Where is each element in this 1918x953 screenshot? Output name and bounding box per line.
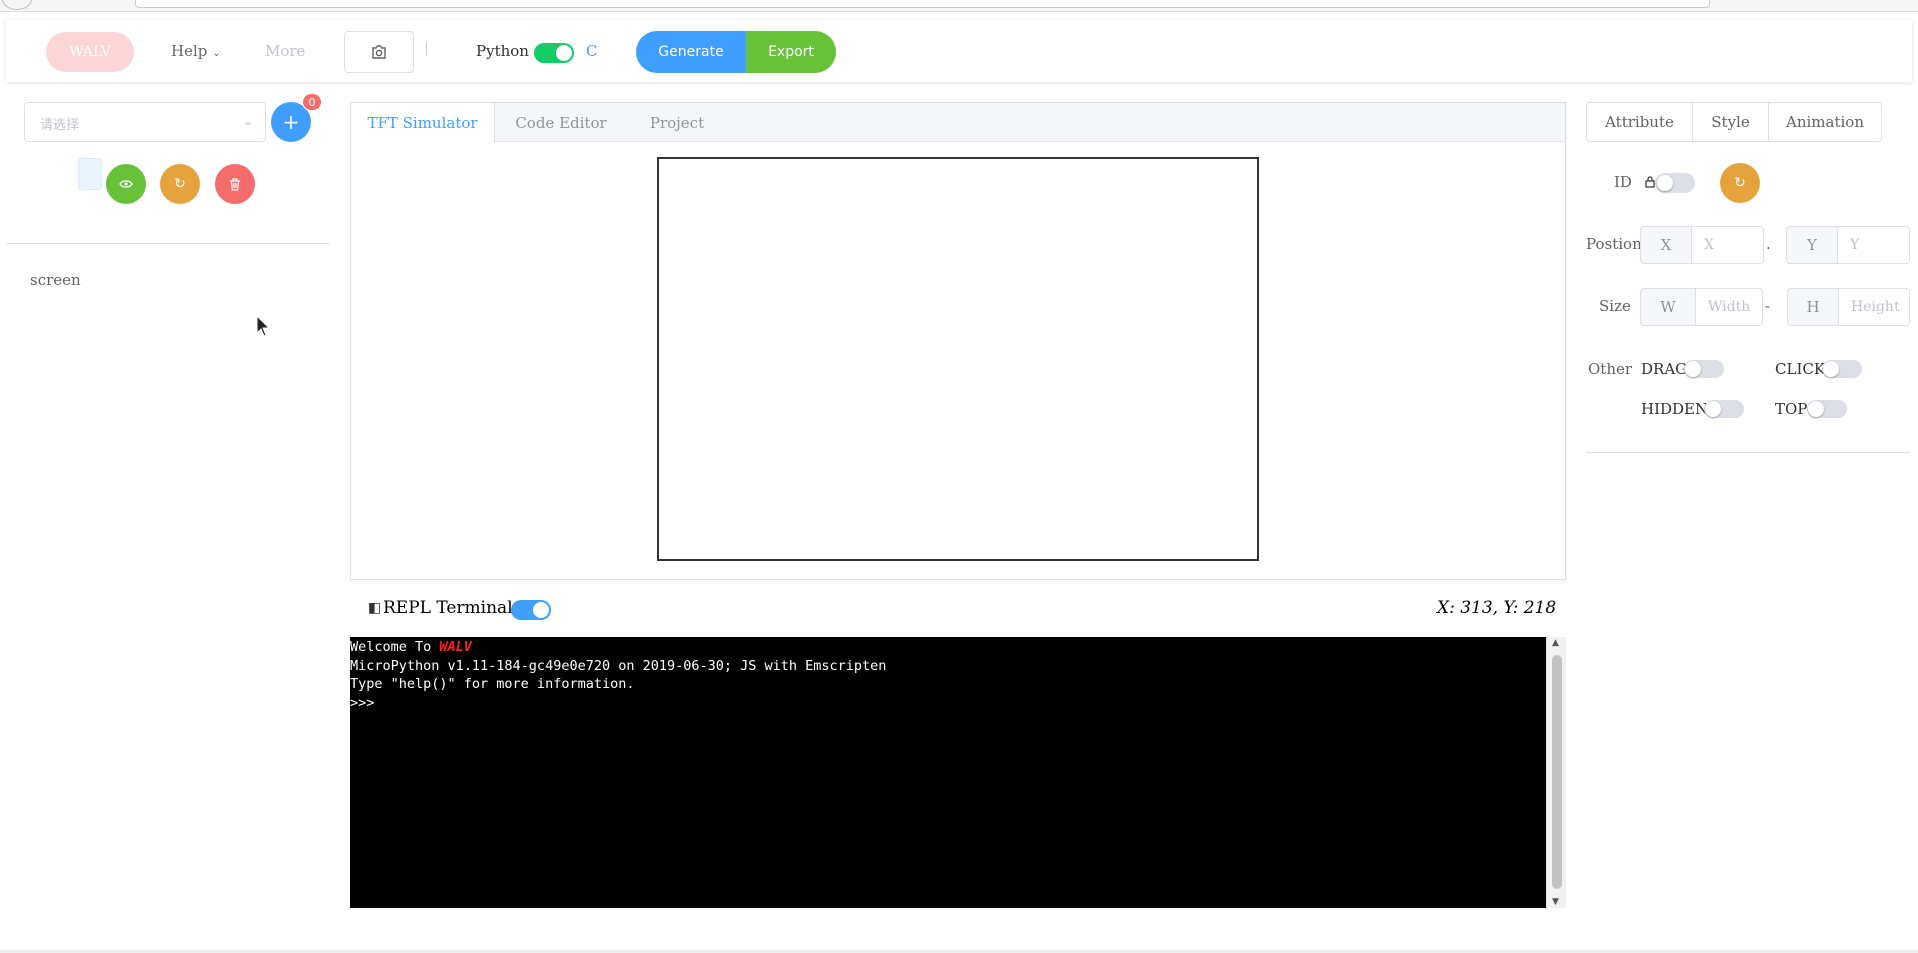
- toggle-knob: [1685, 361, 1701, 377]
- tab-attribute[interactable]: Attribute: [1587, 103, 1693, 141]
- terminal-scrollbar[interactable]: ▲ ▼: [1546, 637, 1566, 908]
- tab-code-editor[interactable]: Code Editor: [501, 103, 621, 143]
- separator: .: [1766, 235, 1771, 253]
- x-prefix: X: [1640, 226, 1692, 264]
- hidden-label: HIDDEN: [1641, 400, 1709, 418]
- generate-button[interactable]: Generate: [636, 31, 746, 73]
- hidden-toggle[interactable]: [1704, 400, 1744, 418]
- help-menu-label: Help: [171, 42, 208, 60]
- walv-brand-button[interactable]: WALV: [46, 32, 134, 72]
- help-menu[interactable]: Help ⌄: [171, 42, 221, 60]
- widget-select-placeholder: 请选择: [40, 118, 80, 133]
- color-swatch[interactable]: [78, 158, 102, 190]
- repl-toggle[interactable]: [511, 600, 551, 620]
- chevron-down-icon: ⌄: [212, 48, 221, 59]
- tab-bar: TFT Simulator Code Editor Project: [351, 103, 1565, 143]
- click-toggle[interactable]: [1822, 360, 1862, 378]
- browser-chrome: [0, 0, 1918, 12]
- toggle-knob: [1705, 401, 1721, 417]
- lock-icon: [1645, 176, 1655, 188]
- refresh-icon: ↻: [1734, 175, 1746, 191]
- main-tabs: TFT Simulator Code Editor Project: [350, 102, 1566, 580]
- position-x-input[interactable]: X: [1692, 226, 1764, 264]
- scrollbar-thumb[interactable]: [1552, 655, 1562, 889]
- screenshot-button[interactable]: [344, 31, 414, 73]
- delete-button[interactable]: [215, 164, 255, 204]
- drag-toggle[interactable]: [1684, 360, 1724, 378]
- id-refresh-button[interactable]: ↻: [1720, 163, 1760, 203]
- export-button[interactable]: Export: [746, 31, 836, 73]
- c-label: C: [586, 42, 598, 60]
- eye-icon: [119, 180, 133, 188]
- camera-icon: [372, 45, 386, 59]
- more-menu[interactable]: More: [265, 42, 305, 60]
- toggle-knob: [1657, 175, 1673, 191]
- repl-terminal-label: REPL Terminal: [383, 598, 513, 618]
- terminal-line: Type "help()" for more information.: [350, 676, 635, 692]
- refresh-button[interactable]: ↻: [160, 164, 200, 204]
- terminal-prompt: >>>: [350, 694, 375, 711]
- top-toolbar: WALV Help ⌄ More Python C Generate Export: [6, 20, 1912, 82]
- mouse-cursor-icon: [256, 315, 270, 337]
- property-tabs: Attribute Style Animation: [1586, 102, 1882, 142]
- repl-terminal[interactable]: Welcome To WALV MicroPython v1.11-184-gc…: [350, 637, 1546, 908]
- w-prefix: W: [1640, 288, 1696, 326]
- separator: -: [1765, 297, 1771, 315]
- toggle-knob: [556, 45, 572, 61]
- right-panel-divider: [1586, 452, 1910, 453]
- tab-style[interactable]: Style: [1693, 103, 1769, 141]
- drag-label: DRAG: [1641, 360, 1688, 378]
- position-y-input[interactable]: Y: [1838, 226, 1910, 264]
- view-button[interactable]: [106, 164, 146, 204]
- terminal-icon: ◧: [368, 600, 382, 616]
- height-input[interactable]: Height: [1839, 288, 1910, 326]
- click-label: CLICK: [1775, 360, 1826, 378]
- welcome-brand: WALV: [439, 639, 472, 655]
- y-prefix: Y: [1786, 226, 1838, 264]
- scroll-up-icon[interactable]: ▲: [1552, 638, 1559, 648]
- size-h-group: H Height: [1787, 288, 1910, 326]
- other-label: Other: [1588, 360, 1633, 378]
- left-panel-divider: [6, 243, 330, 244]
- position-y-group: Y Y: [1786, 226, 1910, 264]
- welcome-text: Welcome To: [350, 639, 440, 655]
- chevron-down-icon: ⌄: [242, 114, 253, 128]
- browser-url-bar[interactable]: [135, 0, 1710, 8]
- refresh-icon: ↻: [174, 176, 186, 192]
- cursor-coordinates: X: 313, Y: 218: [1437, 598, 1557, 618]
- position-x-group: X X: [1640, 226, 1764, 264]
- size-label: Size: [1599, 297, 1631, 315]
- widget-count-badge: 0: [302, 93, 322, 111]
- plus-icon: +: [282, 110, 300, 134]
- tab-animation[interactable]: Animation: [1769, 103, 1881, 141]
- toolbar-divider: [426, 42, 427, 56]
- id-lock-toggle[interactable]: [1655, 173, 1695, 193]
- tab-tft-simulator[interactable]: TFT Simulator: [351, 103, 495, 143]
- toggle-knob: [1823, 361, 1839, 377]
- toggle-knob: [533, 602, 549, 618]
- position-label: Postion: [1586, 235, 1642, 253]
- browser-back-button[interactable]: [2, 0, 32, 10]
- top-toggle[interactable]: [1807, 400, 1847, 418]
- widget-select[interactable]: 请选择 ⌄: [24, 102, 266, 142]
- h-prefix: H: [1787, 288, 1839, 326]
- toggle-knob: [1808, 401, 1824, 417]
- scroll-down-icon[interactable]: ▼: [1552, 897, 1559, 907]
- top-label: TOP: [1775, 400, 1808, 418]
- python-label: Python: [476, 42, 529, 60]
- trash-icon: [230, 177, 240, 191]
- tree-node-screen[interactable]: screen: [30, 271, 81, 289]
- id-label: ID: [1614, 173, 1632, 191]
- width-input[interactable]: Width: [1696, 288, 1763, 326]
- tft-simulator-canvas[interactable]: [657, 157, 1259, 561]
- size-w-group: W Width: [1640, 288, 1763, 326]
- terminal-line: Welcome To WALV: [350, 638, 1546, 657]
- tab-project[interactable]: Project: [627, 103, 727, 143]
- language-toggle[interactable]: [534, 43, 574, 63]
- terminal-line: MicroPython v1.11-184-gc49e0e720 on 2019…: [350, 657, 887, 674]
